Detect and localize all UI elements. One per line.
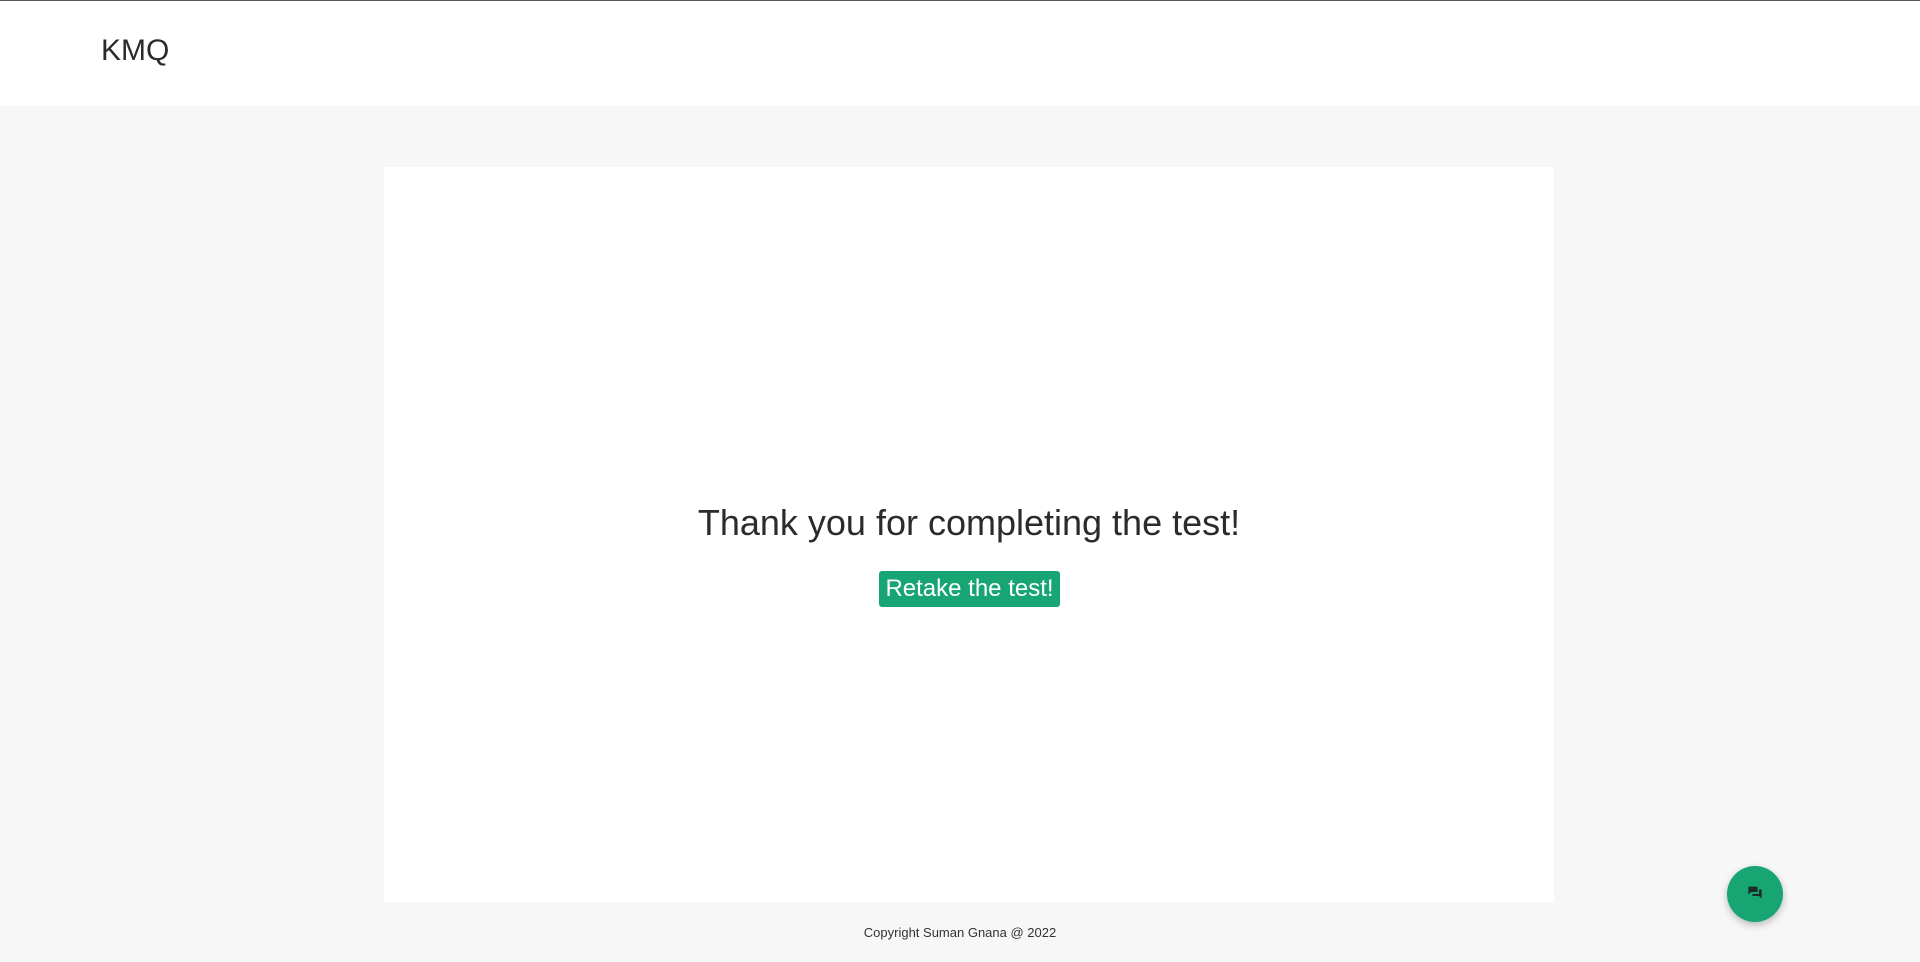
copyright-text: Copyright Suman Gnana @ 2022 <box>863 925 1057 940</box>
chat-bubbles-icon <box>1747 884 1763 905</box>
completion-message: Thank you for completing the test! <box>697 502 1241 543</box>
chat-button[interactable] <box>1727 866 1783 922</box>
page-footer: Copyright Suman Gnana @ 2022 <box>0 924 1920 942</box>
retake-test-button[interactable]: Retake the test! <box>879 571 1060 607</box>
completion-card: Thank you for completing the test! Retak… <box>384 167 1554 902</box>
site-header: KMQ <box>0 1 1920 106</box>
brand-logo-link[interactable]: KMQ <box>101 33 169 69</box>
